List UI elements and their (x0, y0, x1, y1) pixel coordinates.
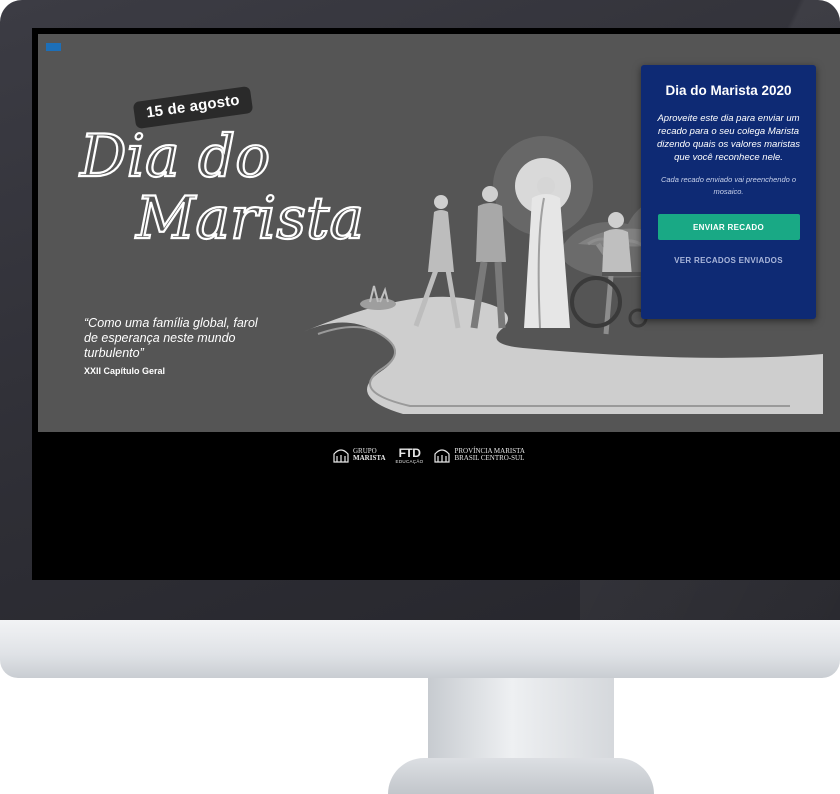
monitor-stand-neck (428, 678, 614, 764)
monitor-stand-base (388, 758, 654, 794)
hero-banner: 15 de agosto Dia do Marista “Como uma fa… (38, 34, 840, 432)
hero-quote: “Como uma família global, farol de esper… (84, 316, 258, 360)
send-message-button[interactable]: ENVIAR RECADO (657, 214, 800, 240)
grupo-marista-logo: GRUPO MARISTA (332, 446, 386, 464)
monitor-screen: 15 de agosto Dia do Marista “Como uma fa… (32, 28, 840, 580)
card-description: Aproveite este dia para enviar um recado… (656, 113, 801, 163)
card-note: Cada recado enviado vai preenchendo o mo… (660, 175, 797, 196)
script-title: Dia do Marista (78, 121, 365, 253)
ftd-logo-main: FTD (398, 445, 421, 460)
view-sent-messages-link[interactable]: VER RECADOS ENVIADOS (653, 256, 804, 265)
quote-source: XXII Capítulo Geral (84, 366, 166, 376)
message-card: Dia do Marista 2020 Aproveite este dia p… (641, 65, 816, 319)
corner-mark (46, 43, 61, 51)
footer-logos: GRUPO MARISTA FTD EDUCAÇÃO PROVÍNCIA MAR… (332, 442, 552, 468)
provincia-crest-icon (434, 449, 451, 463)
logo3-line2: BRASIL CENTRO-SUL (454, 454, 525, 462)
script-title-line1: Dia do (79, 122, 270, 190)
ftd-logo: FTD EDUCAÇÃO (396, 447, 424, 464)
ftd-logo-sub: EDUCAÇÃO (395, 458, 424, 464)
provincia-marista-logo: PROVÍNCIA MARISTA BRASIL CENTRO-SUL (433, 446, 525, 464)
script-title-line2: Marista (135, 184, 364, 252)
marista-crest-icon (333, 449, 349, 463)
monitor-chin (0, 620, 840, 678)
card-title: Dia do Marista 2020 (665, 83, 792, 98)
logo1-line2: MARISTA (353, 454, 386, 462)
